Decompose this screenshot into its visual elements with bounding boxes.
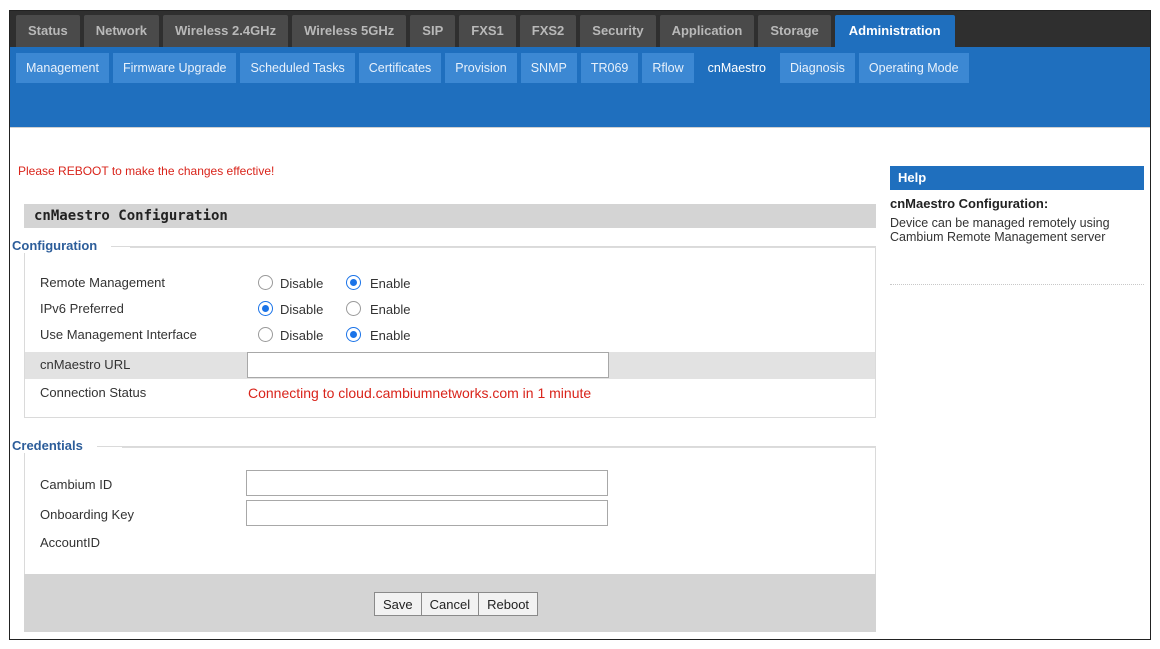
help-separator xyxy=(890,284,1144,285)
cambium-id-row: Cambium ID xyxy=(24,470,876,496)
tab-storage[interactable]: Storage xyxy=(758,15,831,47)
ipv6-preferred-disable-label: Disable xyxy=(280,302,324,317)
subtab-provision[interactable]: Provision xyxy=(445,53,517,83)
ipv6-preferred-row: IPv6 Preferred Disable Enable xyxy=(24,298,876,320)
top-nav: Status Network Wireless 2.4GHz Wireless … xyxy=(10,11,1150,47)
subtab-management[interactable]: Management xyxy=(16,53,109,83)
configuration-legend-line xyxy=(130,247,876,248)
tab-security[interactable]: Security xyxy=(580,15,656,47)
help-body: Device can be managed remotely using Cam… xyxy=(890,216,1110,244)
remote-management-enable-radio[interactable] xyxy=(346,275,361,290)
use-management-interface-enable-radio[interactable] xyxy=(346,327,361,342)
cnmaestro-url-input[interactable] xyxy=(247,352,609,378)
subtab-rflow[interactable]: Rflow xyxy=(642,53,694,83)
connection-status-value: Connecting to cloud.cambiumnetworks.com … xyxy=(248,385,592,401)
onboarding-key-label: Onboarding Key xyxy=(40,507,134,522)
reboot-button[interactable]: Reboot xyxy=(478,592,539,616)
account-id-label: AccountID xyxy=(40,535,100,550)
subtab-diagnosis[interactable]: Diagnosis xyxy=(780,53,855,83)
connection-status-row: Connection Status Connecting to cloud.ca… xyxy=(24,382,876,404)
remote-management-disable-label: Disable xyxy=(280,276,324,291)
section-title: cnMaestro Configuration xyxy=(24,204,876,228)
tab-wireless-5ghz[interactable]: Wireless 5GHz xyxy=(292,15,407,47)
help-header: Help xyxy=(890,166,1144,190)
tab-status[interactable]: Status xyxy=(16,15,80,47)
onboarding-key-row: Onboarding Key xyxy=(24,500,876,526)
cambium-id-input[interactable] xyxy=(246,470,608,496)
subtab-scheduled-tasks[interactable]: Scheduled Tasks xyxy=(240,53,355,83)
subtab-firmware-upgrade[interactable]: Firmware Upgrade xyxy=(112,53,237,83)
remote-management-row: Remote Management Disable Enable xyxy=(24,272,876,294)
subtab-snmp[interactable]: SNMP xyxy=(520,53,577,83)
button-bar: Save Cancel Reboot xyxy=(24,574,876,632)
tab-fxs2[interactable]: FXS2 xyxy=(519,15,577,47)
use-management-interface-disable-label: Disable xyxy=(280,328,324,343)
remote-management-disable-radio[interactable] xyxy=(258,275,273,290)
reboot-warning: Please REBOOT to make the changes effect… xyxy=(18,164,275,178)
use-management-interface-disable-radio[interactable] xyxy=(258,327,273,342)
tab-fxs1[interactable]: FXS1 xyxy=(459,15,516,47)
remote-management-label: Remote Management xyxy=(40,275,166,290)
credentials-legend-line xyxy=(122,447,876,448)
cancel-button[interactable]: Cancel xyxy=(420,592,480,616)
remote-management-enable-label: Enable xyxy=(370,276,411,291)
sub-nav: Management Firmware Upgrade Scheduled Ta… xyxy=(10,47,1150,127)
use-management-interface-enable-label: Enable xyxy=(370,328,411,343)
button-group: Save Cancel Reboot xyxy=(374,592,539,616)
tab-application[interactable]: Application xyxy=(659,15,755,47)
subtab-tr069[interactable]: TR069 xyxy=(580,53,639,83)
configuration-legend: Configuration xyxy=(12,238,112,253)
router-admin-page: Status Network Wireless 2.4GHz Wireless … xyxy=(9,10,1151,640)
ipv6-preferred-enable-radio[interactable] xyxy=(346,301,361,316)
use-management-interface-label: Use Management Interface xyxy=(40,327,197,342)
subtab-cnmaestro[interactable]: cnMaestro xyxy=(697,53,776,83)
onboarding-key-input[interactable] xyxy=(246,500,608,526)
tab-administration[interactable]: Administration xyxy=(834,15,955,47)
cnmaestro-url-row: cnMaestro URL xyxy=(25,352,875,379)
tab-sip[interactable]: SIP xyxy=(410,15,456,47)
tab-wireless-24ghz[interactable]: Wireless 2.4GHz xyxy=(163,15,289,47)
main-content: Please REBOOT to make the changes effect… xyxy=(10,127,1150,639)
ipv6-preferred-disable-radio[interactable] xyxy=(258,301,273,316)
save-button[interactable]: Save xyxy=(374,592,422,616)
connection-status-label: Connection Status xyxy=(40,385,147,400)
subtab-operating-mode[interactable]: Operating Mode xyxy=(858,53,969,83)
account-id-row: AccountID xyxy=(24,532,876,554)
cambium-id-label: Cambium ID xyxy=(40,477,113,492)
ipv6-preferred-enable-label: Enable xyxy=(370,302,411,317)
cnmaestro-url-label: cnMaestro URL xyxy=(40,357,131,372)
credentials-legend: Credentials xyxy=(12,438,97,453)
ipv6-preferred-label: IPv6 Preferred xyxy=(40,301,124,316)
subtab-certificates[interactable]: Certificates xyxy=(358,53,442,83)
use-management-interface-row: Use Management Interface Disable Enable xyxy=(24,324,876,346)
tab-network[interactable]: Network xyxy=(83,15,160,47)
help-title: cnMaestro Configuration: xyxy=(890,196,1049,211)
